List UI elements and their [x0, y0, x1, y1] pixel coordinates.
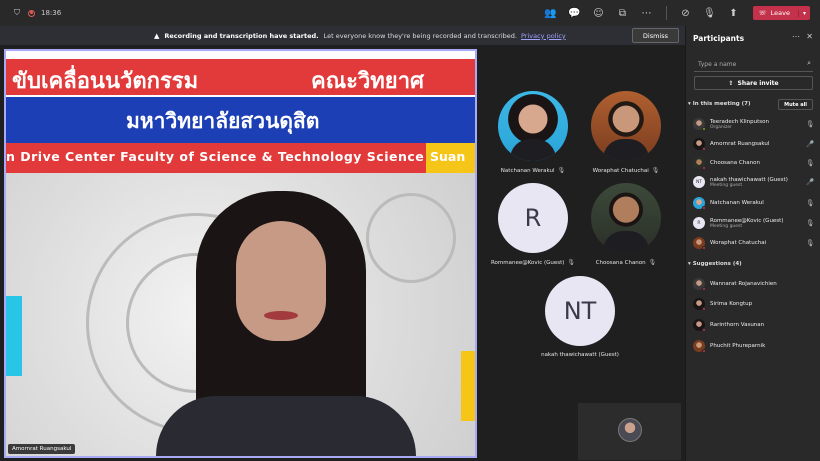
in-meeting-header[interactable]: ▾ In this meeting (7): [688, 101, 751, 107]
mic-off-icon: 🎙: [806, 120, 815, 128]
avatar: R: [498, 183, 568, 253]
tile-name: Rommanee@Kovic (Guest): [490, 260, 565, 266]
self-view-video[interactable]: [578, 403, 681, 460]
dismiss-button[interactable]: Dismiss: [631, 28, 679, 43]
leave-button[interactable]: ☏ Leave ▾: [752, 6, 810, 20]
avatar: R: [693, 217, 705, 229]
main-speaker-video[interactable]: ขับเคลื่อนนวัตกรรม คณะวิทยาศ มหาวิทยาลัย…: [4, 49, 477, 458]
avatar: [693, 157, 706, 170]
mic-icon: 🎤: [806, 140, 815, 148]
suggestion-row[interactable]: Phuchit Phureparnik: [693, 337, 814, 355]
mic-icon: 🎤: [806, 178, 815, 186]
recording-icon: [28, 9, 35, 17]
avatar: [693, 118, 706, 131]
avatar: [591, 183, 661, 253]
avatar: [618, 418, 642, 442]
participant-tile[interactable]: NT nakah thawichawatt (Guest): [525, 276, 635, 358]
reactions-icon[interactable]: ☺: [593, 8, 603, 19]
participant-tile[interactable]: Woraphat Chatuchai 🎙: [571, 91, 681, 174]
panel-title: Participants: [693, 34, 745, 43]
slide-decoration: [6, 296, 22, 376]
slide-title-band: ขับเคลื่อนนวัตกรรม คณะวิทยาศ: [6, 59, 475, 95]
phone-icon: ☏: [758, 9, 767, 17]
slide-english-suan: Suan: [430, 149, 466, 164]
participant-row[interactable]: Natchanan Werakul 🎙: [693, 194, 814, 212]
chevron-down-icon[interactable]: ▾: [797, 9, 810, 17]
mic-off-icon: 🎙: [806, 219, 815, 227]
meeting-stage: ขับเคลื่อนนวัตกรรม คณะวิทยาศ มหาวิทยาลัย…: [0, 45, 685, 461]
avatar: [693, 319, 706, 332]
participant-row[interactable]: R Rommanee@Kovic (Guest) Meeting guest 🎙: [693, 214, 814, 232]
tile-name: Natchanan Werakul: [500, 168, 555, 174]
search-placeholder: Type a name: [698, 61, 737, 68]
avatar: [693, 340, 706, 353]
avatar: [693, 298, 706, 311]
mic-off-icon: 🎙: [806, 159, 815, 167]
speaker-name-tag: Amornrat Ruangsakul: [8, 444, 76, 454]
participant-row[interactable]: Teeradech Klinputson Organizer 🎙: [693, 115, 814, 133]
share-invite-label: Share invite: [737, 79, 779, 87]
slide-thai-title-right: คณะวิทยาศ: [311, 69, 425, 94]
participant-row[interactable]: Choosana Chanon 🎙: [693, 154, 814, 172]
participant-row[interactable]: Woraphat Chatuchai 🎙: [693, 234, 814, 252]
mic-off-icon: 🎙: [806, 239, 815, 247]
mute-all-button[interactable]: Mute all: [778, 99, 813, 110]
participants-panel: Participants ⋯ ✕ Type a name ⌕ ⇪ Share i…: [685, 26, 820, 461]
slide-university-band: มหาวิทยาลัยสวนดุสิต: [6, 97, 475, 143]
mic-off-icon[interactable]: 🎙: [703, 8, 716, 19]
participant-row[interactable]: NT nakah thawichawatt (Guest) Meeting gue…: [693, 173, 814, 191]
share-screen-icon[interactable]: ⧉: [618, 8, 628, 19]
share-invite-button[interactable]: ⇪ Share invite: [694, 76, 813, 90]
warning-icon: ▲: [154, 31, 160, 40]
chat-icon[interactable]: 💬: [568, 8, 580, 19]
avatar: [693, 197, 706, 210]
toolbar-divider: [665, 6, 667, 20]
camera-off-icon[interactable]: ⊘: [681, 8, 691, 19]
shield-icon[interactable]: ⛉: [12, 8, 22, 18]
slide-decoration: [461, 351, 475, 421]
mic-off-icon: 🎙: [806, 199, 815, 207]
participant-tile[interactable]: Choosana Chanon 🎙: [571, 183, 681, 266]
banner-text: Let everyone know they're being recorded…: [323, 31, 517, 40]
suggestion-row[interactable]: Sirima Kongtup: [693, 295, 814, 313]
recording-banner: ▲ Recording and transcription have start…: [0, 26, 685, 45]
mic-off-icon: 🎙: [648, 259, 657, 266]
avatar: [591, 91, 661, 161]
suggestions-header[interactable]: ▾ Suggestions (4): [688, 261, 742, 267]
speaker-figure: [156, 191, 416, 456]
avatar: NT: [545, 276, 615, 346]
people-icon[interactable]: 👥: [544, 8, 556, 19]
more-options-icon[interactable]: ⋯: [642, 8, 652, 19]
tile-name: Woraphat Chatuchai: [592, 168, 649, 174]
privacy-policy-link[interactable]: Privacy policy: [521, 32, 566, 40]
meeting-timer: 18:36: [41, 9, 62, 17]
avatar: [693, 278, 706, 291]
avatar: NT: [693, 176, 705, 188]
close-icon[interactable]: ✕: [806, 32, 813, 41]
more-options-icon[interactable]: ⋯: [792, 32, 800, 41]
mic-off-icon: 🎙: [557, 167, 566, 174]
slide-english-band: n Drive Center Faculty of Science & Tech…: [6, 143, 475, 173]
leave-label: Leave: [770, 9, 790, 17]
slide-university: มหาวิทยาลัยสวนดุสิต: [126, 109, 320, 133]
search-icon: ⌕: [807, 59, 811, 67]
participant-row[interactable]: Amornrat Ruangsakul 🎤: [693, 135, 814, 153]
share-tray-icon[interactable]: ⬆: [729, 8, 739, 19]
suggestion-row[interactable]: Wannarat Rojanavichien: [693, 275, 814, 293]
slide-english-line: n Drive Center Faculty of Science & Tech…: [6, 149, 425, 164]
share-icon: ⇪: [728, 79, 734, 87]
tile-name: nakah thawichawatt (Guest): [541, 352, 619, 358]
slide-thai-title-left: ขับเคลื่อนนวัตกรรม: [12, 69, 199, 94]
mic-off-icon: 🎙: [651, 167, 660, 174]
suggestion-row[interactable]: Rarinthorn Vasunan: [693, 316, 814, 334]
avatar: [693, 138, 706, 151]
tile-name: Choosana Chanon: [595, 260, 646, 266]
avatar: [693, 237, 706, 250]
search-input[interactable]: Type a name ⌕: [694, 58, 813, 72]
avatar: [498, 91, 568, 161]
title-bar: ⛉ 18:36 👥 💬 ☺ ⧉ ⋯ ⊘ 🎙 ⬆ ☏ Leave ▾: [0, 0, 820, 26]
banner-title: Recording and transcription have started…: [164, 31, 319, 40]
